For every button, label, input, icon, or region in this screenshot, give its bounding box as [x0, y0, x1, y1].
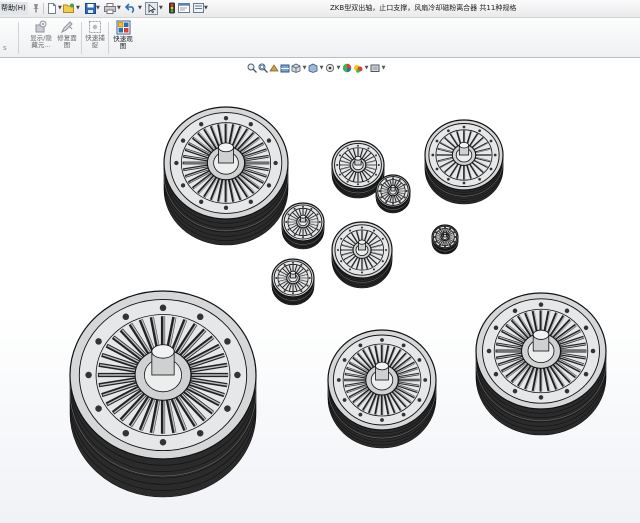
graphics-area[interactable]: ▼ ▼ ▼ ▼ ▼	[0, 58, 640, 523]
quick-view-label: 快速观 图	[113, 35, 133, 50]
quick-view-icon	[116, 20, 130, 35]
title-bar: 帮助(H) ▼ ▼ ▼ ▼ ▼ ▼ ▼ ZKB型双出轴，止口支撑，风扇冷却磁粉离…	[0, 0, 640, 18]
save-dropdown-icon[interactable]: ▼	[96, 5, 100, 11]
clutch-part[interactable]	[327, 329, 437, 449]
quick-capture-label: 快速捕 捉	[85, 34, 105, 49]
clutch-part[interactable]	[281, 202, 325, 250]
ribbon-separator	[81, 22, 82, 54]
ribbon-separator	[108, 22, 109, 54]
clutch-part[interactable]	[475, 292, 607, 436]
clutch-part[interactable]	[331, 221, 393, 289]
edit-component-label: 修复面 图	[57, 34, 77, 49]
clutch-part[interactable]	[69, 290, 257, 498]
show-hide-components-button[interactable]: 显示/隐 藏元...	[26, 20, 56, 49]
help-menu[interactable]: 帮助(H)	[0, 2, 28, 15]
collapsed-group-marker: s	[3, 44, 7, 52]
file-properties-icon[interactable]	[178, 2, 190, 14]
ribbon-separator	[18, 22, 19, 54]
options-dropdown-icon[interactable]: ▼	[204, 5, 208, 11]
clutch-part[interactable]	[271, 258, 315, 306]
show-hide-components-label: 显示/隐 藏元...	[30, 34, 52, 49]
print-dropdown-icon[interactable]: ▼	[117, 5, 121, 11]
clutch-part[interactable]	[375, 174, 411, 214]
quick-capture-icon	[89, 21, 101, 33]
window-title: ZKB型双出轴，止口支撑，风扇冷却磁粉离合器 共11种规格	[330, 4, 517, 12]
show-hide-components-icon	[35, 20, 47, 33]
command-manager-ribbon: s 显示/隐 藏元... 修复面 图 快速捕 捉 快速观 图	[0, 18, 640, 58]
clutch-part[interactable]	[163, 106, 289, 246]
open-folder-icon[interactable]	[63, 2, 75, 14]
undo-icon[interactable]	[125, 2, 137, 14]
edit-component-icon	[60, 21, 73, 34]
select-dropdown-icon[interactable]: ▼	[159, 5, 163, 11]
save-icon[interactable]	[84, 2, 96, 14]
new-dropdown-icon[interactable]: ▼	[58, 5, 62, 11]
pin-icon[interactable]	[30, 2, 42, 14]
clutch-part[interactable]	[431, 224, 459, 255]
quick-capture-button[interactable]: 快速捕 捉	[84, 20, 106, 49]
clutch-part[interactable]	[424, 119, 504, 205]
rebuild-icon[interactable]	[166, 2, 178, 14]
undo-dropdown-icon[interactable]: ▼	[138, 5, 142, 11]
new-document-icon[interactable]	[46, 2, 58, 14]
edit-component-button[interactable]: 修复面 图	[55, 20, 79, 49]
select-icon[interactable]	[145, 2, 158, 15]
print-icon[interactable]	[104, 2, 116, 14]
options-icon[interactable]	[192, 2, 204, 14]
model-scene	[69, 106, 607, 498]
toolbar-separator	[43, 3, 44, 14]
open-dropdown-icon[interactable]: ▼	[76, 5, 80, 11]
quick-view-button[interactable]: 快速观 图	[111, 20, 135, 50]
